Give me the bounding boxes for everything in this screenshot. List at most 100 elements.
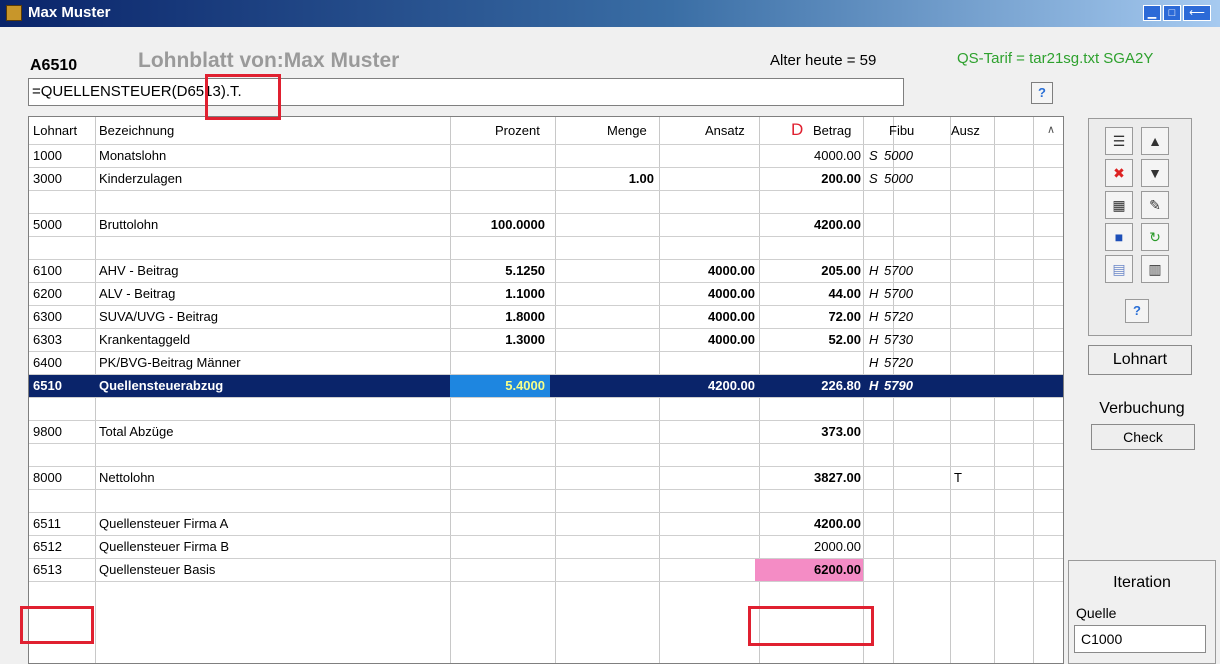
cell-soll-haben[interactable] (869, 421, 879, 443)
cell-betrag[interactable]: 72.00 (765, 306, 861, 328)
cell-ansatz[interactable]: 4000.00 (679, 260, 755, 282)
delete-row-icon[interactable]: ✖ (1105, 159, 1133, 187)
cell-menge[interactable] (554, 444, 654, 466)
cell-menge[interactable] (554, 214, 654, 236)
cell-fibu[interactable] (884, 582, 944, 604)
cell-lohnart[interactable] (33, 398, 93, 420)
edit-icon[interactable]: ✎ (1141, 191, 1169, 219)
cell-bezeichnung[interactable]: Krankentaggeld (99, 329, 459, 351)
cell-prozent[interactable] (449, 191, 545, 213)
cell-lohnart[interactable]: 6513 (33, 559, 93, 581)
cell-ausz[interactable]: T (954, 467, 984, 489)
cell-ansatz[interactable] (679, 191, 755, 213)
table-row[interactable]: 6512 Quellensteuer Firma B 2000.00 (29, 535, 1063, 558)
cell-lohnart[interactable]: 1000 (33, 145, 93, 167)
cell-soll-haben[interactable] (869, 582, 879, 604)
cell-lohnart[interactable]: 6200 (33, 283, 93, 305)
cell-betrag[interactable]: 52.00 (765, 329, 861, 351)
cell-ansatz[interactable] (679, 582, 755, 604)
table-row[interactable]: 6510 Quellensteuerabzug 5.4000 4200.00 226.8… (29, 374, 1063, 397)
cell-bezeichnung[interactable]: SUVA/UVG - Beitrag (99, 306, 459, 328)
col-ausz[interactable]: Ausz (951, 123, 980, 138)
table-row[interactable]: 3000 Kinderzulagen 1.00 200.00 S 5000 (29, 167, 1063, 190)
cell-bezeichnung[interactable]: Quellensteuerabzug (99, 375, 459, 397)
col-bezeichnung[interactable]: Bezeichnung (99, 123, 174, 138)
cell-bezeichnung[interactable]: AHV - Beitrag (99, 260, 459, 282)
cell-ansatz[interactable] (679, 490, 755, 512)
table-row[interactable]: 6300 SUVA/UVG - Beitrag 1.8000 4000.00 72.00… (29, 305, 1063, 328)
cell-menge[interactable] (554, 513, 654, 535)
table-row[interactable] (29, 236, 1063, 259)
table-row[interactable]: 6513 Quellensteuer Basis 6200.00 (29, 558, 1063, 581)
cell-ansatz[interactable] (679, 513, 755, 535)
cell-prozent[interactable]: 100.0000 (449, 214, 545, 236)
cell-ausz[interactable] (954, 444, 984, 466)
cell-fibu[interactable] (884, 513, 944, 535)
cell-bezeichnung[interactable]: ALV - Beitrag (99, 283, 459, 305)
table-row[interactable]: 6100 AHV - Beitrag 5.1250 4000.00 205.00 H 570… (29, 259, 1063, 282)
cell-ausz[interactable] (954, 398, 984, 420)
cell-bezeichnung[interactable]: PK/BVG-Beitrag Männer (99, 352, 459, 374)
help-icon[interactable]: ? (1031, 82, 1053, 104)
cell-lohnart[interactable]: 9800 (33, 421, 93, 443)
cell-ausz[interactable] (954, 513, 984, 535)
cell-ausz[interactable] (954, 490, 984, 512)
cell-betrag[interactable]: 373.00 (765, 421, 861, 443)
table-row[interactable] (29, 190, 1063, 213)
cell-soll-haben[interactable] (869, 559, 879, 581)
cell-fibu[interactable]: 5730 (884, 329, 944, 351)
col-betrag[interactable]: Betrag (813, 123, 851, 138)
cell-betrag[interactable]: 205.00 (765, 260, 861, 282)
cell-menge[interactable] (554, 559, 654, 581)
cell-bezeichnung[interactable]: Quellensteuer Firma A (99, 513, 459, 535)
cell-ausz[interactable] (954, 582, 984, 604)
cell-betrag[interactable]: 2000.00 (765, 536, 861, 558)
check-button[interactable]: Check (1091, 424, 1195, 450)
cell-fibu[interactable]: 5790 (884, 375, 944, 397)
cell-betrag[interactable] (765, 582, 861, 604)
cell-prozent[interactable]: 1.1000 (449, 283, 545, 305)
table-row[interactable] (29, 581, 1063, 604)
cell-fibu[interactable] (884, 398, 944, 420)
cell-soll-haben[interactable]: S (869, 145, 879, 167)
cell-soll-haben[interactable]: H (869, 283, 879, 305)
cell-ausz[interactable] (954, 559, 984, 581)
table-row[interactable]: 6200 ALV - Beitrag 1.1000 4000.00 44.00 H 5700 (29, 282, 1063, 305)
cell-betrag[interactable]: 4000.00 (765, 145, 861, 167)
cell-lohnart[interactable]: 3000 (33, 168, 93, 190)
document-icon[interactable]: ▤ (1105, 255, 1133, 283)
table-row[interactable]: 6303 Krankentaggeld 1.3000 4000.00 52.00 H 573… (29, 328, 1063, 351)
cell-lohnart[interactable]: 6300 (33, 306, 93, 328)
cell-fibu[interactable]: 5700 (884, 260, 944, 282)
cell-menge[interactable] (554, 490, 654, 512)
cell-menge[interactable] (554, 145, 654, 167)
cell-ausz[interactable] (954, 421, 984, 443)
cell-menge[interactable] (554, 329, 654, 351)
col-d-flag[interactable]: D (791, 120, 803, 140)
minimize-icon[interactable]: ▁ (1143, 5, 1161, 21)
cell-lohnart[interactable] (33, 582, 93, 604)
cell-ansatz[interactable]: 4000.00 (679, 329, 755, 351)
cell-soll-haben[interactable]: H (869, 329, 879, 351)
cell-lohnart[interactable] (33, 444, 93, 466)
cell-menge[interactable] (554, 421, 654, 443)
cell-bezeichnung[interactable] (99, 582, 459, 604)
cell-fibu[interactable] (884, 444, 944, 466)
cell-bezeichnung[interactable]: Nettolohn (99, 467, 459, 489)
cell-menge[interactable] (554, 352, 654, 374)
cell-ansatz[interactable]: 4000.00 (679, 306, 755, 328)
cell-ausz[interactable] (954, 237, 984, 259)
cell-prozent[interactable] (449, 444, 545, 466)
cell-bezeichnung[interactable] (99, 398, 459, 420)
col-fibu[interactable]: Fibu (889, 123, 914, 138)
save-icon[interactable]: ■ (1105, 223, 1133, 251)
cell-soll-haben[interactable] (869, 191, 879, 213)
cell-fibu[interactable]: 5000 (884, 145, 944, 167)
move-down-icon[interactable]: ▼ (1141, 159, 1169, 187)
insert-row-icon[interactable]: ☰ (1105, 127, 1133, 155)
cell-ausz[interactable] (954, 168, 984, 190)
cell-prozent[interactable] (449, 513, 545, 535)
cell-bezeichnung[interactable]: Bruttolohn (99, 214, 459, 236)
formula-input[interactable]: =QUELLENSTEUER(D6513).T. (28, 78, 904, 106)
cell-betrag[interactable] (765, 490, 861, 512)
